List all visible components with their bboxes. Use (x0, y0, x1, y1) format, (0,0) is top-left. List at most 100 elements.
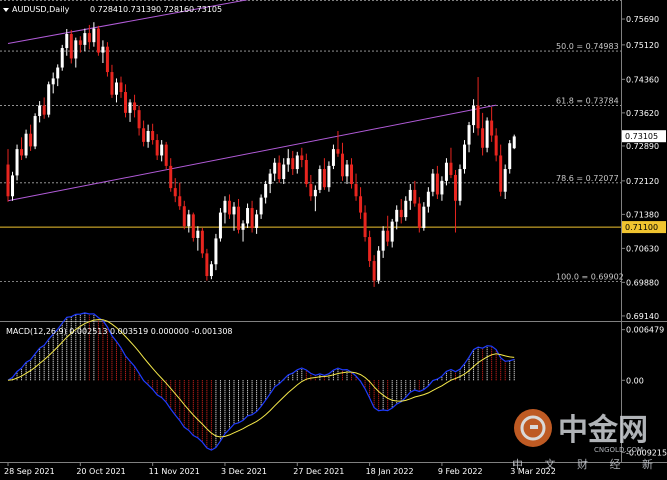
candle-body (309, 184, 313, 197)
candle-body (255, 214, 259, 228)
time-tick-label: 20 Oct 2021 (76, 467, 125, 476)
candle-body (169, 165, 173, 189)
candle-body (114, 82, 118, 95)
candle-body (268, 173, 272, 185)
candle-body (223, 200, 227, 213)
candle-body (372, 261, 376, 281)
candle-body (96, 28, 100, 53)
level-price-label: 0.71100 (625, 223, 658, 232)
candle-body (200, 230, 204, 254)
candle-body (92, 28, 96, 43)
watermark-domain: CNGOLD.COM (594, 446, 643, 454)
time-tick-label: 27 Dec 2021 (293, 467, 344, 476)
candle-body (214, 238, 218, 265)
candle-body (472, 105, 476, 126)
price-tick-label: 0.73620 (626, 109, 659, 118)
candle-body (350, 164, 354, 185)
candle-body (331, 149, 335, 166)
candle-body (128, 102, 132, 113)
candle-body (431, 173, 435, 192)
candle-body (218, 212, 222, 239)
time-tick-label: 11 Nov 2021 (149, 467, 200, 476)
time-tick-label: 18 Jan 2022 (366, 467, 414, 476)
candle-body (146, 130, 150, 142)
chart-symbol: AUDUSD,Daily (12, 5, 70, 14)
ohlc-open: 0.72841 (90, 5, 123, 14)
candle-body (29, 133, 33, 147)
price-axis: 0.75690 0.75120 0.74360 0.73620 0.72890 0.721… (621, 15, 666, 321)
candle-body (508, 143, 512, 170)
candle-body (246, 208, 250, 224)
macd-tick-label: 0.00 (626, 376, 644, 385)
candle-body (164, 144, 168, 166)
ohlc-close: 0.73105 (189, 5, 222, 14)
candle-body (83, 33, 87, 45)
candle-body (191, 214, 195, 238)
candle-body (345, 164, 349, 177)
candle-body (368, 237, 372, 262)
ohlc-high: 0.73139 (123, 5, 156, 14)
candle-body (363, 212, 367, 238)
candle-body (422, 206, 426, 228)
candle-body (241, 223, 245, 230)
candle-body (490, 120, 494, 136)
candle-body (354, 184, 358, 197)
candle-body (395, 209, 399, 222)
candle-body (390, 221, 394, 242)
candle-body (105, 46, 109, 73)
candle-body (155, 140, 159, 156)
time-axis: 28 Sep 2021 20 Oct 2021 11 Nov 2021 3 Dec 2… (4, 462, 556, 476)
candle-body (449, 162, 453, 175)
candle-body (435, 173, 439, 195)
candle-body (20, 149, 24, 156)
candle-body (182, 206, 186, 227)
candle-body (196, 230, 200, 238)
price-tick-label: 0.72890 (626, 142, 659, 151)
macd-tick-label: 0.006479 (626, 326, 664, 335)
candle-body (142, 128, 146, 142)
candle-body (458, 169, 462, 201)
candle-body (282, 164, 286, 180)
candle-body (69, 33, 73, 59)
candle-body (232, 206, 236, 215)
candle-body (47, 84, 51, 115)
candle-body (417, 203, 421, 228)
watermark-tagline: 中 文 财 经 新 媒 体 (512, 457, 667, 471)
candle-body (481, 128, 485, 148)
price-tick-label: 0.71380 (626, 210, 659, 219)
candle-body (151, 130, 155, 141)
fib-level-label: 50.0 = 0.74983 (556, 42, 619, 51)
candle-body (463, 144, 467, 170)
candle-body (408, 189, 412, 201)
candle-body (87, 33, 91, 43)
fib-level-label: 61.8 = 0.73784 (556, 96, 619, 105)
candle-body (499, 155, 503, 192)
candle-body (187, 214, 191, 227)
candle-body (318, 169, 322, 190)
candle-body (60, 48, 64, 68)
candle-body (295, 155, 299, 170)
watermark: 中金网 CNGOLD.COM 中 文 财 经 新 媒 体 (512, 409, 667, 471)
candle-body (124, 92, 128, 113)
candle-body (503, 169, 507, 192)
price-tick-label: 0.69880 (626, 278, 659, 287)
candle-body (173, 188, 177, 197)
fib-level-label: 78.6 = 0.72077 (556, 174, 619, 183)
price-tick-label: 0.72120 (626, 177, 659, 186)
price-tick-label: 0.70630 (626, 244, 659, 253)
candle-body (259, 197, 263, 215)
candle-body (15, 149, 19, 176)
candle-body (512, 136, 516, 149)
candle-body (33, 116, 37, 147)
candle-body (42, 105, 46, 115)
candle-body (286, 158, 290, 165)
candle-body (119, 82, 123, 93)
candle-body (101, 46, 105, 53)
candle-body (277, 162, 281, 180)
candle-body (237, 206, 241, 230)
candle-body (440, 180, 444, 195)
candle-body (413, 189, 417, 204)
candle-body (74, 40, 78, 59)
candle-body (453, 174, 457, 201)
candle-body (444, 162, 448, 181)
